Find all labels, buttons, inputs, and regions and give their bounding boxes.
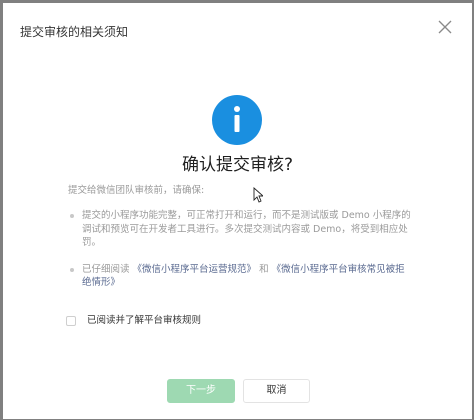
operations-spec-link[interactable]: 《微信小程序平台运营规范》 xyxy=(133,264,257,275)
next-step-button[interactable]: 下一步 xyxy=(167,379,235,403)
close-icon[interactable] xyxy=(436,18,454,36)
intro-text: 提交给微信团队审核前，请确保: xyxy=(68,185,205,196)
checklist-item-completeness: 提交的小程序功能完整，可正常打开和运行，而不是测试版或 Demo 小程序的调试和… xyxy=(82,210,411,248)
bullet-icon xyxy=(70,267,74,272)
confirm-title: 确认提交审核? xyxy=(181,155,294,175)
dialog-header: 提交审核的相关须知 xyxy=(3,3,472,53)
list-item: 提交的小程序功能完整，可正常打开和运行，而不是测试版或 Demo 小程序的调试和… xyxy=(68,209,413,250)
info-icon xyxy=(210,93,264,147)
submit-review-dialog: 提交审核的相关须知 确认提交审核? 提交给微信团队审核前，请确保: 提交的小程序… xyxy=(3,3,472,419)
agree-label[interactable]: 已阅读并了解平台审核规则 xyxy=(87,313,201,329)
cancel-button[interactable]: 取消 xyxy=(243,379,310,403)
review-checklist: 提交的小程序功能完整，可正常打开和运行，而不是测试版或 Demo 小程序的调试和… xyxy=(68,209,413,303)
mouse-cursor-icon xyxy=(253,186,265,203)
checklist-item-read-prefix: 已仔细阅读 xyxy=(82,263,130,275)
dialog-title: 提交审核的相关须知 xyxy=(20,25,129,39)
bullet-icon xyxy=(70,214,74,218)
agree-rules-row[interactable]: 已阅读并了解平台审核规则 xyxy=(66,313,201,329)
list-item: 已仔细阅读 《微信小程序平台运营规范》 和 《微信小程序平台审核常见被拒绝情形》 xyxy=(68,263,413,290)
agree-checkbox[interactable] xyxy=(66,316,76,326)
checklist-item-and: 和 xyxy=(259,263,269,275)
